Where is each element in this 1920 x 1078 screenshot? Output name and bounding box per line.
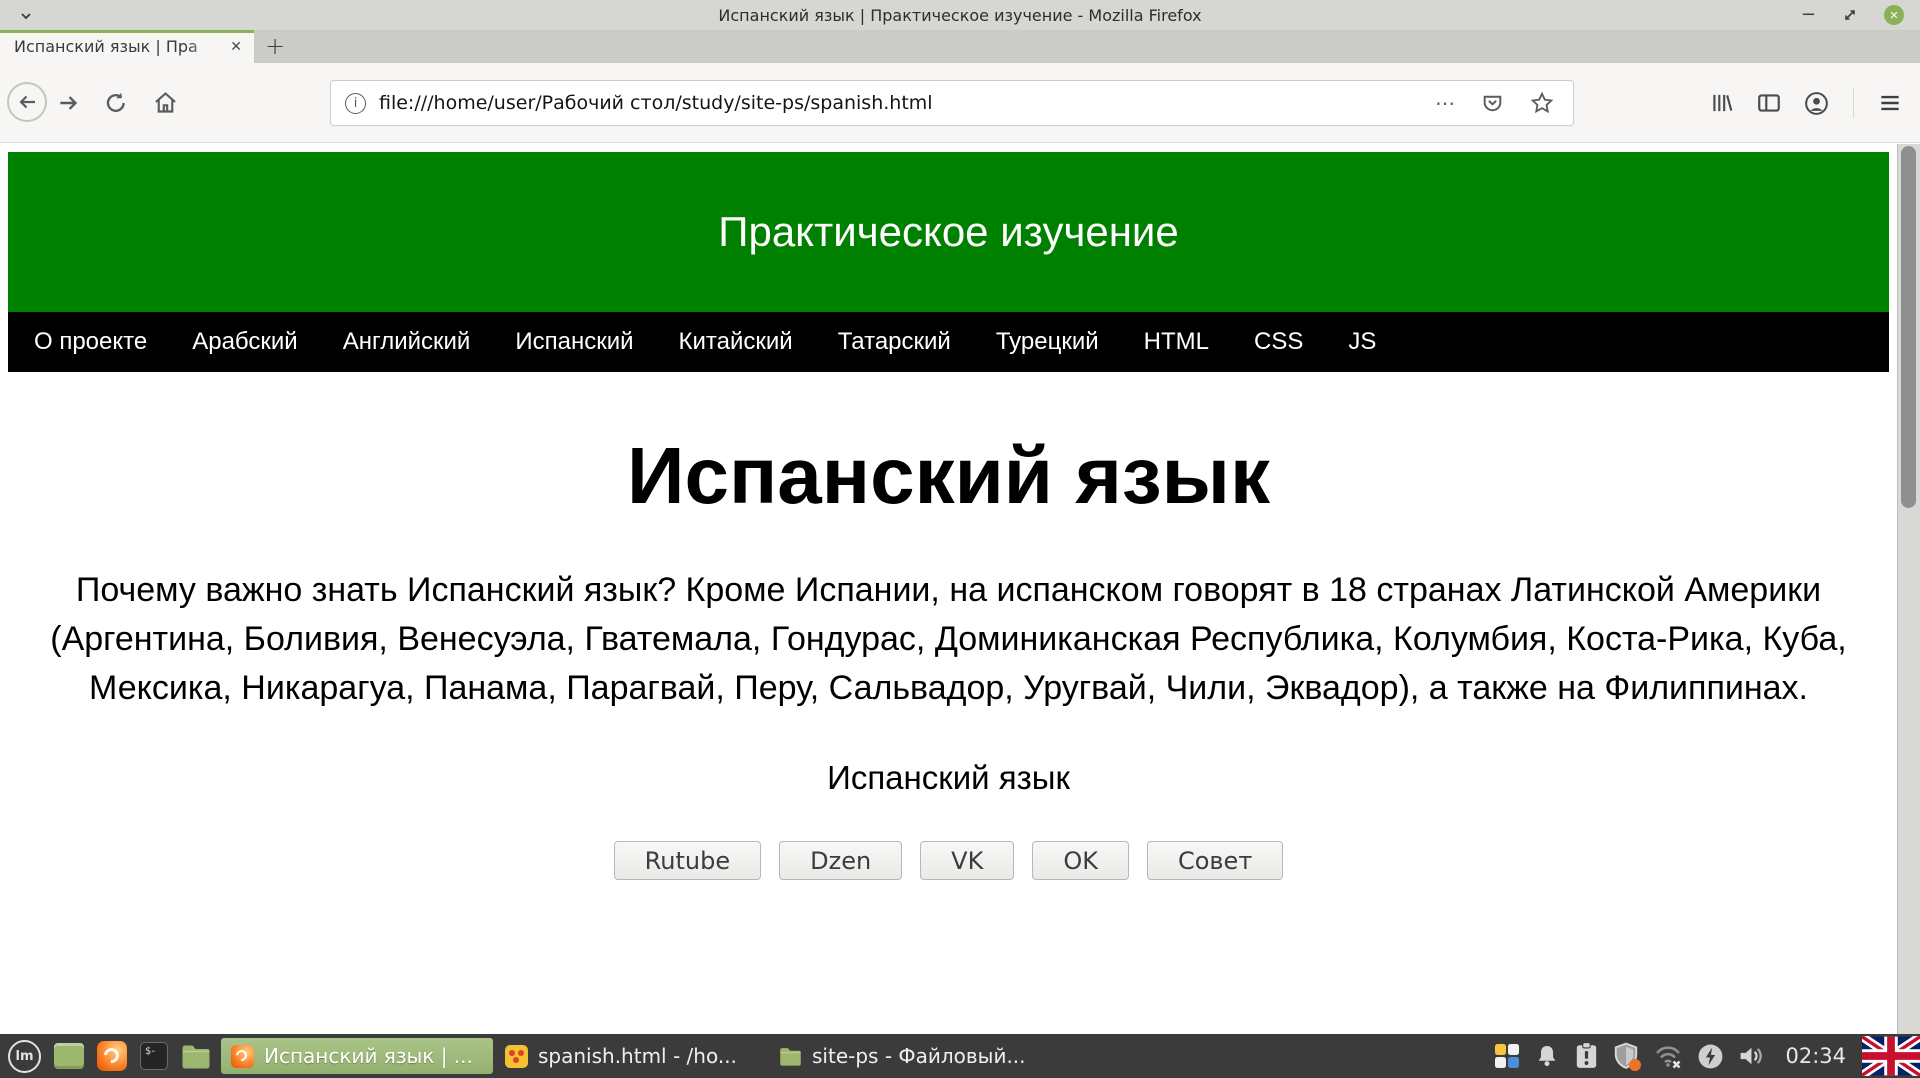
tab-label-fade [188, 33, 222, 63]
back-button[interactable] [7, 82, 47, 122]
volume-icon[interactable] [1738, 1043, 1767, 1069]
firefox-icon [231, 1045, 254, 1068]
new-tab-button[interactable]: + [254, 30, 296, 63]
workspace-squares-icon[interactable] [1494, 1043, 1520, 1069]
terminal-launcher-icon[interactable]: $- [140, 1042, 168, 1070]
window-title: Испанский язык | Практическое изучение -… [718, 6, 1201, 25]
nav-item-english[interactable]: Английский [343, 328, 471, 356]
home-button[interactable] [152, 89, 179, 116]
update-manager-icon[interactable] [1574, 1042, 1599, 1070]
task-window-editor[interactable]: spanish.html - /ho... [495, 1038, 767, 1074]
files-launcher-icon[interactable] [181, 1044, 211, 1069]
browser-toolbar: i file:///home/user/Рабочий стол/study/s… [0, 63, 1920, 143]
url-bar[interactable]: i file:///home/user/Рабочий стол/study/s… [330, 80, 1574, 126]
text-editor-icon [505, 1045, 528, 1068]
nav-item-turkish[interactable]: Турецкий [996, 328, 1099, 356]
library-icon[interactable] [1709, 90, 1735, 116]
site-nav: О проекте Арабский Английский Испанский … [8, 312, 1889, 372]
taskbar-launchers: lm $- [0, 1040, 221, 1073]
url-actions: ⋯ [1435, 90, 1559, 116]
firefox-launcher-icon[interactable] [97, 1041, 127, 1071]
task-window-label: Испанский язык | ... [264, 1044, 473, 1068]
folder-icon [779, 1047, 802, 1066]
scrollbar-thumb[interactable] [1901, 146, 1916, 508]
nav-item-html[interactable]: HTML [1144, 328, 1209, 356]
system-tray: 02:34 [1494, 1036, 1920, 1076]
nav-item-spanish[interactable]: Испанский [515, 328, 633, 356]
notifications-bell-icon[interactable] [1534, 1043, 1560, 1069]
page-title: Испанский язык [0, 430, 1897, 522]
firefox-swirl [234, 1047, 249, 1062]
sidebar-icon[interactable] [1756, 90, 1782, 116]
dzen-button[interactable]: Dzen [779, 841, 902, 880]
editor-dot [509, 1050, 515, 1056]
nav-item-tatar[interactable]: Татарский [838, 328, 951, 356]
nav-item-js[interactable]: JS [1348, 328, 1376, 356]
task-window-files[interactable]: site-ps - Файловый... [769, 1038, 1041, 1074]
web-page: Практическое изучение О проекте Арабский… [0, 144, 1897, 1034]
vk-button[interactable]: VK [920, 841, 1014, 880]
close-button[interactable]: ✕ [1884, 5, 1904, 25]
taskbar-clock[interactable]: 02:34 [1785, 1044, 1846, 1068]
window-titlebar: Испанский язык | Практическое изучение -… [0, 0, 1920, 30]
page-actions-icon[interactable]: ⋯ [1435, 91, 1456, 115]
page-info-icon[interactable]: i [345, 93, 366, 114]
firefox-swirl [101, 1045, 122, 1066]
editor-dot [518, 1050, 524, 1056]
nav-item-css[interactable]: CSS [1254, 328, 1303, 356]
ok-button[interactable]: OK [1032, 841, 1129, 880]
site-header: Практическое изучение [8, 152, 1889, 312]
shield-alert-dot [1629, 1059, 1641, 1071]
window-controls: − ✕ [1801, 0, 1904, 30]
taskbar-windows: Испанский язык | ... spanish.html - /ho.… [221, 1038, 1041, 1074]
nav-item-arabic[interactable]: Арабский [192, 328, 298, 356]
task-window-label: spanish.html - /ho... [538, 1044, 737, 1068]
page-subtitle: Испанский язык [0, 759, 1897, 797]
reload-button[interactable] [103, 90, 129, 116]
tab-close-icon[interactable]: ✕ [226, 37, 246, 57]
desktop: Испанский язык | Практическое изучение -… [0, 0, 1920, 1078]
page-paragraph: Почему важно знать Испанский язык? Кроме… [20, 566, 1878, 713]
browser-viewport: Практическое изучение О проекте Арабский… [0, 144, 1920, 1034]
site-header-title: Практическое изучение [718, 208, 1178, 256]
nav-item-chinese[interactable]: Китайский [679, 328, 793, 356]
network-wifi-off-icon[interactable] [1653, 1043, 1683, 1069]
restore-button[interactable] [1842, 7, 1858, 23]
firewall-shield-icon[interactable] [1613, 1042, 1639, 1070]
account-icon[interactable] [1803, 90, 1830, 117]
chevron-down-icon[interactable] [18, 8, 34, 22]
vertical-scrollbar[interactable] [1897, 144, 1920, 1034]
menu-hamburger-icon[interactable] [1877, 90, 1903, 116]
toolbar-right-actions [1709, 80, 1920, 126]
tab-active[interactable]: Испанский язык | Пра ✕ [0, 30, 254, 63]
pocket-icon[interactable] [1480, 91, 1505, 116]
mint-logo: lm [15, 1049, 33, 1064]
power-manager-icon[interactable] [1697, 1043, 1724, 1070]
editor-dot [513, 1057, 519, 1063]
forward-button[interactable] [56, 90, 82, 116]
keyboard-layout-flag-icon[interactable] [1862, 1036, 1920, 1076]
task-window-firefox[interactable]: Испанский язык | ... [221, 1038, 493, 1074]
link-button-row: Rutube Dzen VK OK Совет [0, 841, 1897, 880]
tab-bar: Испанский язык | Пра ✕ + [0, 30, 1920, 63]
advice-button[interactable]: Совет [1147, 841, 1283, 880]
task-window-label: site-ps - Файловый... [812, 1044, 1026, 1068]
nav-item-about[interactable]: О проекте [34, 328, 147, 356]
show-desktop-button[interactable] [54, 1043, 84, 1069]
toolbar-divider [1853, 88, 1854, 118]
taskbar: lm $- Испанский язык | ... spanish.html … [0, 1034, 1920, 1078]
mint-menu-button[interactable]: lm [8, 1040, 41, 1073]
rutube-button[interactable]: Rutube [614, 841, 761, 880]
minimize-button[interactable]: − [1801, 0, 1816, 30]
bookmark-star-icon[interactable] [1529, 90, 1555, 116]
url-text: file:///home/user/Рабочий стол/study/sit… [379, 92, 1435, 114]
